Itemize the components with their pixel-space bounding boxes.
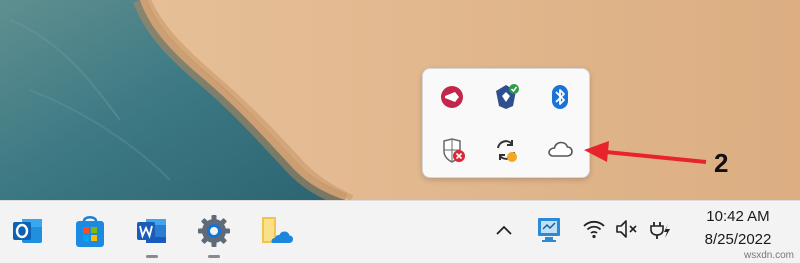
display-settings-icon: [538, 218, 560, 242]
taskbar: [0, 200, 800, 263]
word-icon: [137, 219, 166, 243]
folder-cloud-icon: [262, 217, 293, 243]
watermark: wsxdn.com: [743, 250, 794, 261]
taskbar-app-outlook[interactable]: [8, 211, 48, 251]
store-icon: [76, 216, 104, 247]
taskbar-app-explorer[interactable]: [256, 211, 296, 251]
clock-date[interactable]: 8/25/2022: [686, 231, 790, 248]
wifi-status[interactable]: [582, 217, 606, 246]
battery-status[interactable]: [646, 216, 672, 247]
speaker-muted-icon: [616, 220, 637, 238]
tray-display-app[interactable]: [536, 215, 562, 250]
chevron-up-icon: [496, 225, 512, 235]
gear-icon: [198, 215, 230, 247]
taskbar-app-word[interactable]: [132, 211, 172, 258]
screenshot: 1 2: [0, 0, 800, 263]
callout-number-2: 2: [714, 148, 729, 178]
arrow-2: [584, 141, 707, 164]
show-hidden-icons-button[interactable]: [492, 219, 516, 248]
taskbar-app-store[interactable]: [70, 211, 110, 251]
wifi-icon: [583, 220, 605, 239]
taskbar-app-settings[interactable]: [194, 211, 234, 258]
outlook-icon: [13, 219, 42, 243]
running-indicator: [146, 255, 158, 258]
volume-status[interactable]: [614, 217, 640, 246]
clock-time[interactable]: 10:42 AM: [686, 208, 790, 225]
running-indicator: [208, 255, 220, 258]
power-plug-icon: [650, 222, 670, 239]
